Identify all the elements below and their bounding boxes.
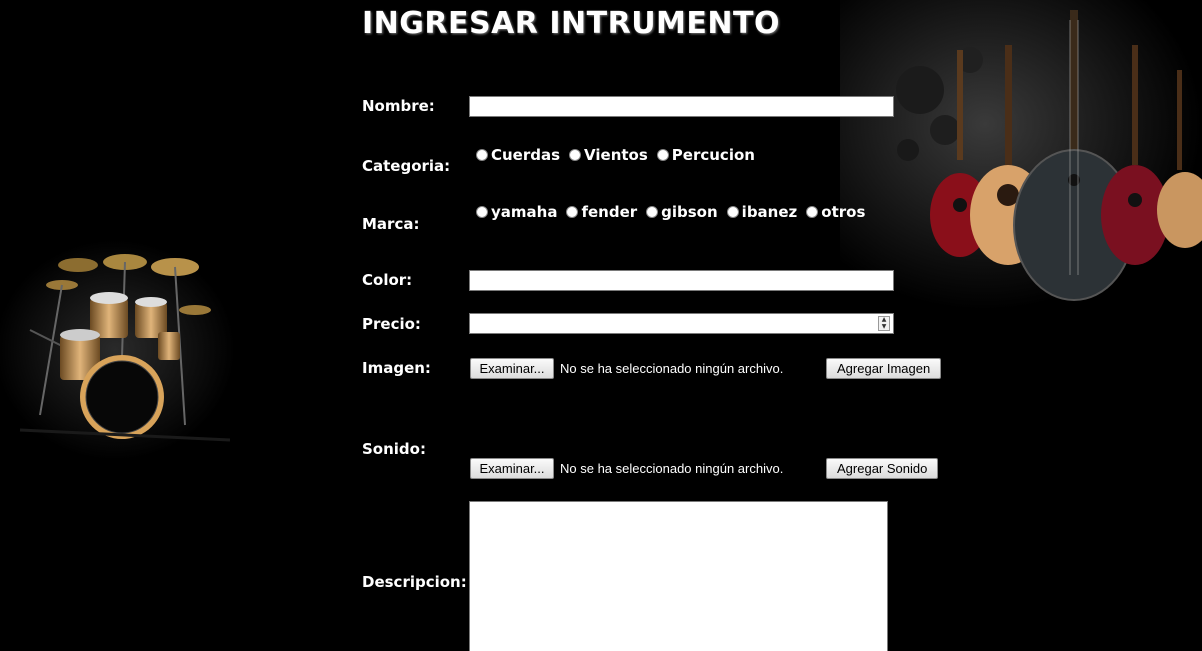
- radio-button[interactable]: [476, 206, 488, 218]
- categoria-option-vientos[interactable]: Vientos: [569, 146, 648, 164]
- radio-button[interactable]: [726, 206, 739, 218]
- radio-button[interactable]: [566, 206, 579, 218]
- imagen-file-row: Examinar... No se ha seleccionado ningún…: [470, 358, 942, 379]
- marca-option-otros[interactable]: otros: [806, 203, 865, 221]
- guitars-icon: [840, 0, 1202, 310]
- color-input[interactable]: [469, 270, 894, 291]
- categoria-option-percucion[interactable]: Percucion: [656, 146, 755, 164]
- sonido-label: Sonido:: [362, 440, 426, 458]
- radio-button[interactable]: [806, 206, 819, 218]
- categoria-label: Categoria:: [362, 157, 451, 175]
- precio-input[interactable]: ▲ ▼: [469, 313, 894, 334]
- radio-button[interactable]: [646, 206, 659, 218]
- imagen-file-status: No se ha seleccionado ningún archivo.: [560, 361, 784, 376]
- agregar-imagen-button[interactable]: Agregar Imagen: [826, 358, 942, 379]
- categoria-radio-group: Cuerdas Vientos Percucion: [476, 146, 764, 164]
- sonido-browse-button[interactable]: Examinar...: [470, 458, 554, 479]
- precio-stepper[interactable]: ▲ ▼: [878, 316, 890, 331]
- agregar-sonido-button[interactable]: Agregar Sonido: [826, 458, 939, 479]
- imagen-label: Imagen:: [362, 359, 431, 377]
- marca-option-fender[interactable]: fender: [566, 203, 637, 221]
- imagen-browse-button[interactable]: Examinar...: [470, 358, 554, 379]
- radio-button[interactable]: [656, 149, 669, 161]
- descripcion-textarea[interactable]: [469, 501, 888, 651]
- marca-option-label: gibson: [661, 203, 718, 221]
- marca-option-yamaha[interactable]: yamaha: [476, 203, 557, 221]
- nombre-label: Nombre:: [362, 97, 435, 115]
- radio-button[interactable]: [569, 149, 582, 161]
- marca-option-ibanez[interactable]: ibanez: [726, 203, 798, 221]
- descripcion-label: Descripcion:: [362, 573, 467, 591]
- marca-option-label: fender: [581, 203, 638, 221]
- drum-set-icon: [0, 240, 235, 460]
- marca-radio-group: yamaha fender gibson ibanez otros: [476, 203, 874, 221]
- marca-option-gibson[interactable]: gibson: [646, 203, 718, 221]
- nombre-input[interactable]: [469, 96, 894, 117]
- precio-label: Precio:: [362, 315, 421, 333]
- page-title: INGRESAR INTRUMENTO: [362, 6, 780, 41]
- marca-option-label: ibanez: [741, 203, 798, 221]
- sonido-file-row: Examinar... No se ha seleccionado ningún…: [470, 458, 939, 479]
- categoria-option-label: Percucion: [671, 146, 755, 164]
- marca-option-label: otros: [821, 203, 866, 221]
- marca-label: Marca:: [362, 215, 420, 233]
- stepper-down-icon[interactable]: ▼: [879, 323, 889, 331]
- categoria-option-cuerdas[interactable]: Cuerdas: [476, 146, 560, 164]
- color-label: Color:: [362, 271, 413, 289]
- categoria-option-label: Cuerdas: [491, 146, 561, 164]
- sonido-file-status: No se ha seleccionado ningún archivo.: [560, 461, 784, 476]
- marca-option-label: yamaha: [491, 203, 558, 221]
- categoria-option-label: Vientos: [584, 146, 648, 164]
- radio-button[interactable]: [476, 149, 488, 161]
